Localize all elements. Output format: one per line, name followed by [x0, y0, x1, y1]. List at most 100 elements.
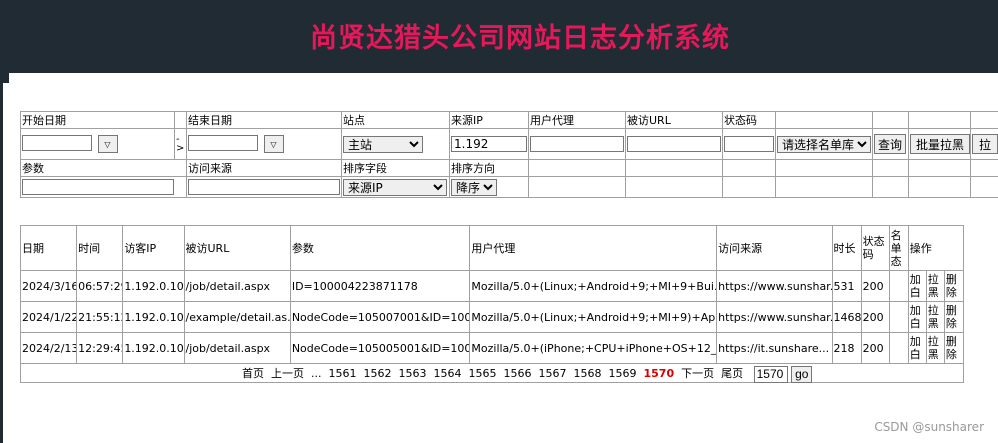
- cell-date: 2024/2/13: [19, 332, 78, 364]
- label-referrer: 访问来源: [186, 159, 342, 177]
- page-link[interactable]: 1564: [434, 367, 462, 380]
- params-input[interactable]: [22, 179, 174, 195]
- cell-params: NodeCode=105005001&ID=100...: [289, 332, 471, 364]
- cell-duration: 531: [831, 270, 862, 302]
- col-status-code: 状态码: [860, 225, 890, 271]
- table-row: 2024/3/16 06:57:29 1.192.0.100 /job/deta…: [19, 270, 965, 302]
- blacklist-link[interactable]: 拉黑: [925, 301, 945, 333]
- user-agent-input[interactable]: [530, 136, 624, 152]
- query-button[interactable]: 查询: [874, 134, 907, 154]
- whitelist-link[interactable]: 加白: [907, 270, 927, 302]
- cell-time: 12:29:45: [76, 332, 124, 364]
- cell-referrer: https://it.sunshare...: [716, 332, 833, 364]
- delete-link[interactable]: 删除: [943, 301, 965, 333]
- delete-link[interactable]: 删除: [943, 332, 965, 364]
- blacklist-link[interactable]: 拉黑: [925, 332, 945, 364]
- cell-time: 06:57:29: [76, 270, 124, 302]
- list-library-select[interactable]: 请选择名单库: [777, 135, 871, 153]
- col-visitor-ip: 访客IP: [122, 225, 185, 271]
- cell-status: 200: [860, 332, 890, 364]
- filter-input-row: ▽ - > ▽ 主站 请选择名单库 查询 批量拉黑 拉: [20, 128, 998, 160]
- referrer-input[interactable]: [188, 179, 340, 195]
- cell-list-state: [888, 270, 909, 302]
- filter-label-row: 开始日期 结束日期 站点 来源IP 用户代理 被访URL 状态码: [20, 111, 998, 129]
- cell-date: 2024/3/16: [19, 270, 78, 302]
- sort-field-select[interactable]: 来源IP: [343, 178, 447, 196]
- results-header-row: 日期 时间 访客IP 被访URL 参数 用户代理 访问来源 时长 状态码 名单态…: [19, 225, 965, 271]
- page-link[interactable]: 1562: [364, 367, 392, 380]
- label-site: 站点: [341, 111, 450, 129]
- end-date-picker-button[interactable]: ▽: [263, 135, 284, 153]
- go-button[interactable]: go: [791, 365, 813, 383]
- page-link[interactable]: 1561: [329, 367, 357, 380]
- col-duration: 时长: [831, 225, 862, 271]
- results-table: 日期 时间 访客IP 被访URL 参数 用户代理 访问来源 时长 状态码 名单态…: [19, 225, 965, 364]
- cell-ip: 1.192.0.100: [122, 301, 185, 333]
- label-status-code: 状态码: [722, 111, 776, 129]
- next-page-link[interactable]: 下一页: [681, 367, 714, 380]
- label-sort-field: 排序字段: [341, 159, 450, 177]
- filter-input-row-2: 来源IP 降序: [20, 176, 998, 198]
- extra-action-button[interactable]: 拉: [972, 134, 998, 154]
- app-header: 尚贤达猎头公司网站日志分析系统: [0, 0, 998, 73]
- last-page-link[interactable]: 尾页: [721, 367, 743, 380]
- cell-list-state: [888, 332, 909, 364]
- pagination: 首页 上一页 ... 1561 1562 1563 1564 1565 1566…: [20, 363, 964, 383]
- cell-ip: 1.192.0.100: [122, 270, 185, 302]
- cell-ip: 1.192.0.100: [122, 332, 185, 364]
- cell-date: 2024/1/22: [19, 301, 78, 333]
- cell-referrer: https://www.sunshar...: [716, 270, 833, 302]
- pager-ellipsis: ...: [311, 367, 322, 380]
- col-params: 参数: [289, 225, 471, 271]
- cell-user-agent: Mozilla/5.0+(Linux;+Android+9;+MI+9)+Ap.…: [469, 301, 718, 333]
- first-page-link[interactable]: 首页: [242, 367, 264, 380]
- date-separator: - >: [174, 128, 187, 160]
- table-row: 2024/1/22 21:55:12 1.192.0.100 /example/…: [19, 301, 965, 333]
- page-link[interactable]: 1567: [539, 367, 567, 380]
- site-select[interactable]: 主站: [343, 135, 423, 153]
- delete-link[interactable]: 删除: [943, 270, 965, 302]
- page-link[interactable]: 1563: [399, 367, 427, 380]
- cell-params: ID=100004223871178: [289, 270, 471, 302]
- page-link[interactable]: 1569: [609, 367, 637, 380]
- start-date-input[interactable]: [22, 135, 92, 151]
- watermark: CSDN @sunsharer: [874, 420, 984, 434]
- cell-referrer: https://www.sunshar...: [716, 301, 833, 333]
- col-actions: 操作: [907, 225, 965, 271]
- label-visited-url: 被访URL: [625, 111, 723, 129]
- cell-url: /job/detail.aspx: [183, 332, 291, 364]
- cell-params: NodeCode=105007001&ID=100...: [289, 301, 471, 333]
- batch-blacklist-button[interactable]: 批量拉黑: [910, 134, 970, 154]
- whitelist-link[interactable]: 加白: [907, 301, 927, 333]
- col-referrer: 访问来源: [716, 225, 833, 271]
- prev-page-link[interactable]: 上一页: [271, 367, 304, 380]
- cell-url: /job/detail.aspx: [183, 270, 291, 302]
- label-empty: [174, 111, 187, 129]
- label-params: 参数: [20, 159, 187, 177]
- col-user-agent: 用户代理: [469, 225, 718, 271]
- col-time: 时间: [76, 225, 124, 271]
- whitelist-link[interactable]: 加白: [907, 332, 927, 364]
- cell-list-state: [888, 301, 909, 333]
- status-code-input[interactable]: [724, 136, 774, 152]
- cell-url: /example/detail.as...: [183, 301, 291, 333]
- source-ip-input[interactable]: [451, 136, 527, 152]
- label-user-agent: 用户代理: [528, 111, 626, 129]
- page-link[interactable]: 1565: [469, 367, 497, 380]
- page-link[interactable]: 1568: [574, 367, 602, 380]
- label-source-ip: 来源IP: [449, 111, 529, 129]
- page-link[interactable]: 1566: [504, 367, 532, 380]
- sort-direction-select[interactable]: 降序: [451, 178, 497, 196]
- col-visited-url: 被访URL: [183, 225, 291, 271]
- end-date-input[interactable]: [188, 135, 258, 151]
- cell-user-agent: Mozilla/5.0+(Linux;+Android+9;+MI+9+Bui.…: [469, 270, 718, 302]
- filter-form: 开始日期 结束日期 站点 来源IP 用户代理 被访URL 状态码 ▽ - > ▽…: [20, 111, 998, 198]
- goto-page-input[interactable]: [753, 365, 788, 383]
- blacklist-link[interactable]: 拉黑: [925, 270, 945, 302]
- left-frame-bar: [0, 73, 9, 443]
- label-sort-direction: 排序方向: [449, 159, 529, 177]
- cell-duration: 218: [831, 332, 862, 364]
- start-date-picker-button[interactable]: ▽: [97, 135, 118, 153]
- label-start-date: 开始日期: [20, 111, 175, 129]
- visited-url-input[interactable]: [627, 136, 721, 152]
